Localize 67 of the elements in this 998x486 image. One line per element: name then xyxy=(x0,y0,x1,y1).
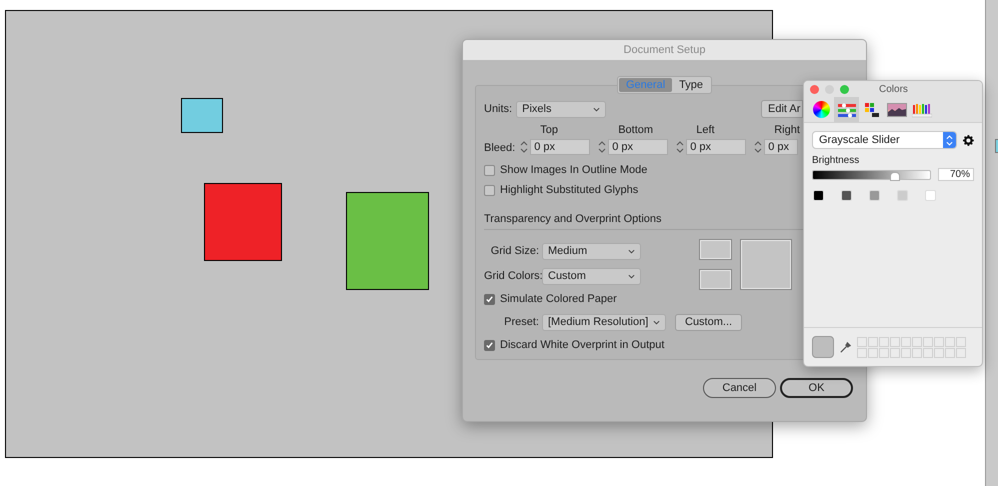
color-mode-tab[interactable] xyxy=(834,97,859,122)
grid-color-swatch[interactable] xyxy=(699,269,732,290)
zoom-button[interactable] xyxy=(840,84,849,94)
panel-title: Colors xyxy=(879,83,908,97)
slider-label: Brightness xyxy=(812,155,860,167)
color-wheel-icon xyxy=(813,101,830,118)
checkbox[interactable] xyxy=(484,184,495,196)
current-color-well[interactable] xyxy=(812,336,834,358)
color-swatch[interactable] xyxy=(897,190,908,201)
bleed-field[interactable]: 0 px xyxy=(764,139,798,155)
section-title: Transparency and Overprint Options xyxy=(484,212,663,226)
gear-icon[interactable] xyxy=(963,134,974,146)
bleed-column-label: Left xyxy=(696,124,715,137)
ok-button[interactable]: OK xyxy=(780,378,853,398)
color-swatch[interactable] xyxy=(925,190,936,201)
color-swatch[interactable] xyxy=(841,190,852,201)
preset-select[interactable]: [Medium Resolution] xyxy=(542,314,666,331)
color-swatch[interactable] xyxy=(869,190,880,201)
chevron-down-icon xyxy=(628,249,635,254)
checkbox[interactable] xyxy=(484,340,495,350)
tab[interactable]: Type xyxy=(672,78,710,92)
palette-grid-icon xyxy=(864,102,880,118)
stepper-icon[interactable] xyxy=(754,141,762,153)
grid-size-label: Grid Size: xyxy=(490,244,539,260)
edit-artboards-button[interactable]: Edit Ar xyxy=(761,100,803,118)
bleed-field[interactable]: 0 px xyxy=(608,139,668,155)
cancel-button[interactable]: Cancel xyxy=(703,378,776,398)
image-icon xyxy=(886,102,906,116)
brightness-slider[interactable] xyxy=(812,170,932,180)
units-label: Units: xyxy=(484,102,512,117)
checkbox-label: Discard White Overprint in Output xyxy=(500,338,664,353)
check-icon xyxy=(485,294,494,304)
stepper-icon[interactable] xyxy=(520,141,528,153)
eyedropper-icon[interactable] xyxy=(839,340,852,354)
brightness-field[interactable]: 70% xyxy=(938,168,974,181)
chevron-down-icon xyxy=(628,274,635,279)
bleed-label: Bleed: xyxy=(484,142,516,154)
slider-thumb[interactable] xyxy=(890,172,900,180)
checkbox-label: Simulate Colored Paper xyxy=(500,292,617,307)
close-button[interactable] xyxy=(810,84,819,94)
checkbox-label: Show Images In Outline Mode xyxy=(500,162,648,178)
check-icon xyxy=(485,340,494,350)
grid-colors-select[interactable]: Custom xyxy=(542,268,641,285)
units-select[interactable]: Pixels xyxy=(516,100,606,118)
transparency-preview xyxy=(740,239,792,290)
stepper-icon xyxy=(946,134,954,146)
color-mode-select[interactable]: Grayscale Slider xyxy=(812,131,958,149)
checkbox[interactable] xyxy=(484,164,495,176)
grid-color-swatch[interactable] xyxy=(699,239,732,260)
window-title: Document Setup xyxy=(624,42,706,58)
stepper-icon[interactable] xyxy=(676,141,684,153)
checkbox[interactable] xyxy=(484,294,495,304)
bleed-column-label: Right xyxy=(774,124,800,137)
bleed-field[interactable]: 0 px xyxy=(530,139,590,155)
bleed-column-label: Bottom xyxy=(618,124,654,137)
chevron-down-icon xyxy=(593,106,600,112)
preset-label: Preset: xyxy=(503,315,539,330)
stepper-icon[interactable] xyxy=(598,141,606,153)
sliders-icon xyxy=(836,102,856,118)
checkbox-label: Highlight Substituted Glyphs xyxy=(500,182,638,198)
pencils-icon xyxy=(912,102,932,118)
bleed-column-label: Top xyxy=(540,124,558,137)
chevron-down-icon xyxy=(653,320,660,325)
bleed-field[interactable]: 0 px xyxy=(686,139,746,155)
color-swatch[interactable] xyxy=(813,190,824,201)
custom-button[interactable]: Custom... xyxy=(675,314,742,331)
grid-size-select[interactable]: Medium xyxy=(542,243,641,260)
